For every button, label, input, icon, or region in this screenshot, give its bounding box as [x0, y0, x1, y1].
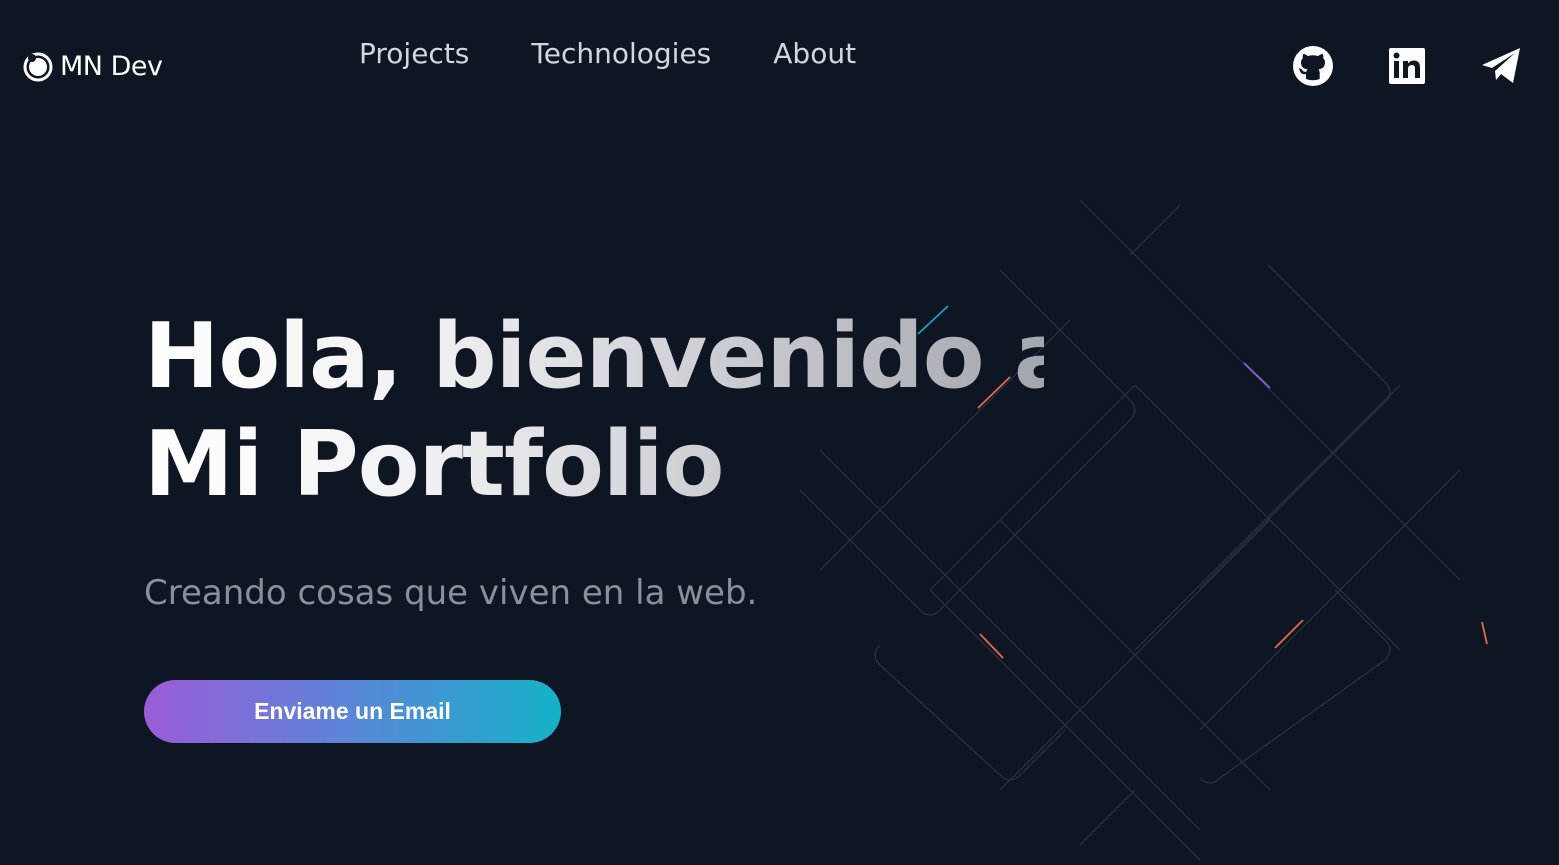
github-link[interactable]	[1291, 44, 1335, 88]
social-links	[1291, 44, 1523, 88]
linkedin-link[interactable]	[1385, 44, 1429, 88]
hero-title-line-1: Hola, bienvenido a	[144, 304, 1074, 409]
hero-title: Hola, bienvenido a Mi Portfolio	[144, 303, 1044, 519]
linkedin-icon	[1389, 48, 1425, 84]
nav-link-technologies[interactable]: Technologies	[531, 36, 711, 72]
logo-icon	[23, 52, 53, 82]
hero-subtitle: Creando cosas que viven en la web.	[144, 573, 758, 613]
nav-link-about[interactable]: About	[773, 36, 856, 72]
hero-section: Hola, bienvenido a Mi Portfolio Creando …	[144, 303, 1044, 743]
page: MN Dev Projects Technologies About Hola,…	[0, 0, 1559, 865]
main-nav: Projects Technologies About	[359, 36, 856, 72]
logo-link[interactable]: MN Dev	[22, 50, 163, 82]
logo-text: MN Dev	[60, 50, 163, 82]
github-icon	[1293, 46, 1333, 86]
telegram-link[interactable]	[1479, 44, 1523, 88]
background-grid-decoration	[800, 199, 1488, 860]
telegram-icon	[1482, 48, 1520, 83]
email-button[interactable]: Enviame un Email	[144, 680, 561, 743]
hero-title-line-2: Mi Portfolio	[144, 412, 724, 517]
nav-link-projects[interactable]: Projects	[359, 36, 469, 72]
